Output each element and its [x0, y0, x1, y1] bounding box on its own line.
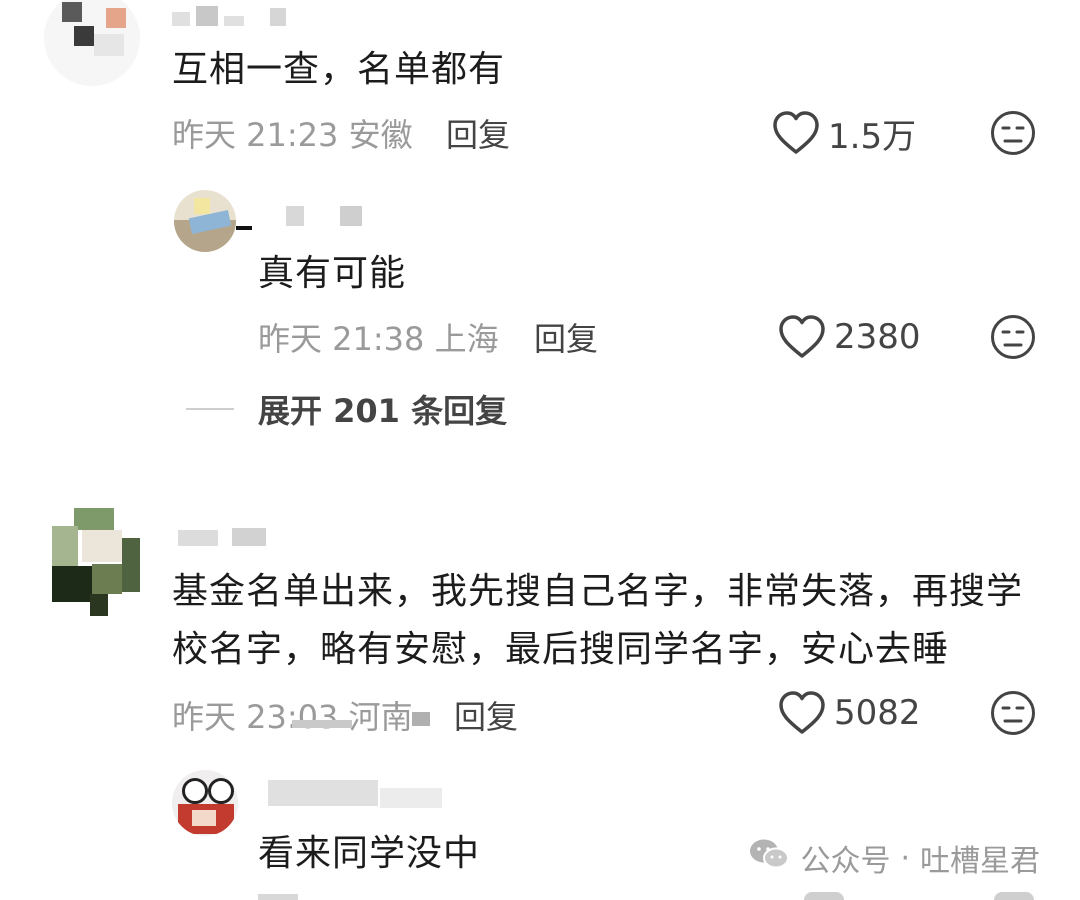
meh-face-icon [990, 691, 1036, 740]
reply-button[interactable]: 回复 [534, 314, 598, 360]
username-redacted[interactable] [232, 528, 266, 546]
avatar-pixel [62, 2, 82, 22]
meh-face-icon [990, 315, 1036, 364]
avatar-pixel [74, 26, 94, 46]
wechat-icon [748, 837, 790, 879]
like-button[interactable]: 5082 [778, 688, 921, 738]
username-redacted[interactable] [172, 12, 190, 26]
username-redacted[interactable] [380, 788, 442, 808]
comment-time: 昨天 21:23 [172, 116, 339, 154]
watermark-separator: · [900, 840, 910, 876]
like-count: 5082 [834, 693, 921, 733]
like-count: 2380 [834, 317, 921, 357]
comment-text: 基金名单出来，我先搜自己名字，非常失落，再搜学 [172, 571, 1024, 612]
avatar[interactable] [46, 508, 142, 618]
reply-meta-cutoff [258, 894, 298, 900]
avatar-pixel [74, 508, 114, 530]
username-redacted[interactable] [340, 206, 362, 226]
avatar-pixel [52, 566, 92, 602]
username-redacted[interactable] [224, 16, 244, 26]
avatar-pixel [92, 564, 122, 594]
reply-meta-cutoff [994, 892, 1034, 900]
like-button[interactable]: 2380 [778, 312, 921, 362]
heart-outline-icon [772, 110, 820, 156]
reply-meta: 昨天 21:38 上海 [258, 314, 499, 360]
wechat-watermark: 公众号 · 吐槽星君 [748, 836, 1040, 880]
username-redacted[interactable] [236, 226, 252, 230]
comment-text: 校名字，略有安慰，最后搜同学名字，安心去睡 [172, 629, 950, 670]
comment-list: 互相一查，名单都有 昨天 21:23 安徽 回复 1.5万 真有可能 昨天 21… [0, 0, 1080, 900]
reply-meta-cutoff [804, 892, 844, 900]
comment-location: 安徽 [348, 116, 413, 154]
username-redacted[interactable] [286, 206, 304, 226]
comment-location: 河南 [348, 698, 413, 736]
avatar-pixel [194, 198, 210, 214]
username-redacted[interactable] [270, 8, 286, 26]
watermark-account: 吐槽星君 [920, 844, 1040, 879]
emoji-reaction-button[interactable] [990, 110, 1036, 156]
avatar-pixel [94, 34, 124, 56]
reply-time: 昨天 21:38 [258, 320, 425, 358]
avatar-pixel [182, 778, 208, 804]
avatar-pixel [122, 538, 140, 592]
comment-text: 互相一查，名单都有 [172, 49, 506, 90]
heart-outline-icon [778, 314, 826, 360]
emoji-reaction-button[interactable] [990, 314, 1036, 360]
avatar[interactable] [172, 770, 238, 836]
username-redacted[interactable] [268, 780, 378, 806]
watermark-source: 公众号 [800, 844, 891, 879]
avatar-pixel [90, 594, 108, 616]
comment-time: 昨天 23:03 [172, 698, 339, 736]
like-button[interactable]: 1.5万 [772, 108, 916, 158]
divider [186, 408, 234, 410]
comment-meta: 昨天 23:03 河南 [172, 692, 413, 738]
location-redacted [292, 720, 352, 728]
heart-outline-icon [778, 690, 826, 736]
reply-text: 真有可能 [258, 253, 407, 294]
username-redacted[interactable] [196, 6, 218, 26]
avatar[interactable] [174, 190, 236, 252]
like-count: 1.5万 [828, 116, 917, 157]
avatar-pixel [208, 778, 234, 804]
username-redacted[interactable] [178, 530, 218, 546]
avatar-pixel [106, 8, 126, 28]
avatar-pixel [52, 526, 78, 566]
comment-meta: 昨天 21:23 安徽 [172, 110, 413, 156]
avatar-pixel [192, 810, 216, 826]
meh-face-icon [990, 111, 1036, 160]
reply-location: 上海 [434, 320, 499, 358]
reply-button[interactable]: 回复 [454, 692, 518, 738]
reply-button[interactable]: 回复 [446, 110, 510, 156]
avatar[interactable] [44, 0, 140, 86]
reply-text: 看来同学没中 [258, 833, 481, 874]
location-redacted [412, 712, 430, 726]
expand-replies-label: 展开 201 条回复 [258, 392, 508, 430]
emoji-reaction-button[interactable] [990, 690, 1036, 736]
expand-replies-button[interactable]: 展开 201 条回复 [186, 386, 507, 432]
avatar-pixel [82, 530, 122, 562]
